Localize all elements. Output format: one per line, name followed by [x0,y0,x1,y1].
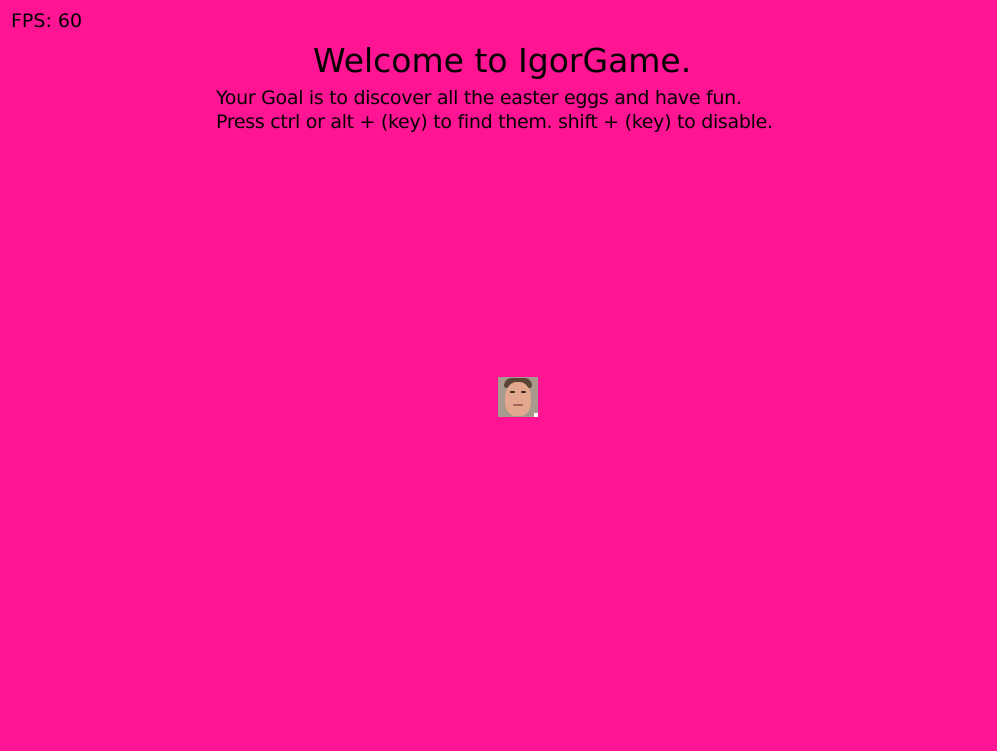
fps-counter: FPS: 60 [11,10,83,32]
player-mouth [513,404,523,406]
game-canvas[interactable]: FPS: 60 Welcome to IgorGame. Your Goal i… [0,0,997,751]
player-left-eye [510,391,515,393]
goal-text: Your Goal is to discover all the easter … [216,87,742,109]
welcome-title: Welcome to IgorGame. [313,41,692,80]
player-face-icon [505,382,531,416]
sprite-corner-artifact [534,413,538,417]
player-right-eye [521,391,526,393]
player-sprite [498,377,538,417]
instructions-text: Press ctrl or alt + (key) to find them. … [216,111,773,133]
